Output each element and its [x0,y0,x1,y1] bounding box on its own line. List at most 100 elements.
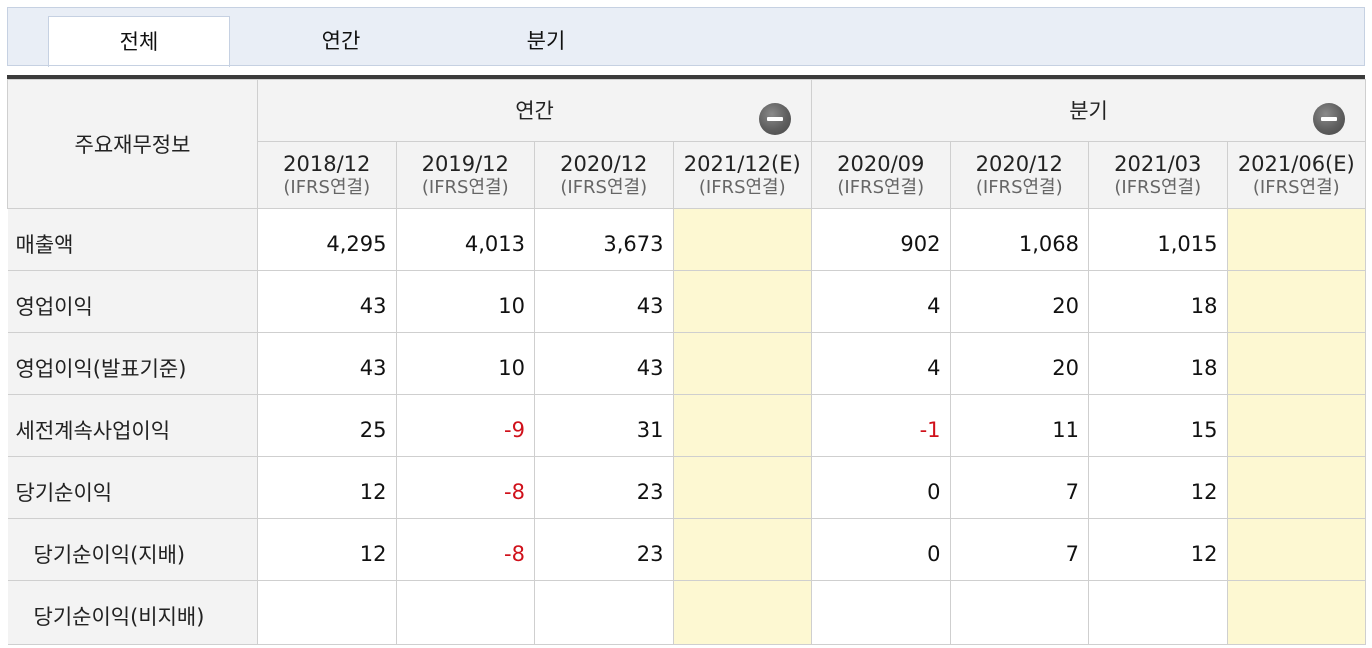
value-cell: 4,295 [257,208,397,271]
value-cell: -8 [395,456,535,519]
period-basis: (IFRS연결) [560,177,648,198]
table-row: 당기순이익 12 -8 23 0 7 12 [7,456,1367,519]
estimate-cell [672,270,813,333]
value-cell: 43 [257,332,397,395]
group-header-annual: 연간 [256,79,813,142]
row-label: 당기순이익 [7,456,258,519]
table-row: 영업이익(발표기준) 43 10 43 4 20 18 [7,332,1367,395]
group-label: 연간 [515,98,554,123]
estimate-cell [672,518,813,581]
value-cell: 1,015 [1088,208,1228,271]
tab-bar: 전체 연간 분기 [7,7,1365,67]
value-cell: 15 [1088,394,1228,457]
tab-annual[interactable]: 연간 [258,16,424,67]
period-header: 2019/12 (IFRS연결) [395,141,535,209]
period-date: 2020/12 [975,152,1063,176]
row-label: 영업이익 [7,270,258,333]
value-cell: 12 [257,456,397,519]
value-cell: -9 [395,394,535,457]
period-date: 2021/12(E) [683,152,801,176]
period-header: 2018/12 (IFRS연결) [257,141,397,209]
value-cell: 4 [811,332,951,395]
value-cell: 20 [949,332,1090,395]
value-cell: 31 [534,394,674,457]
period-date: 2020/09 [837,152,925,176]
value-cell [257,580,397,645]
estimate-cell [1226,518,1367,581]
tab-bar-underline [7,65,1365,66]
value-cell: 23 [534,518,674,581]
period-basis: (IFRS연결) [975,177,1063,198]
period-date: 2019/12 [421,152,509,176]
value-cell: 43 [257,270,397,333]
minus-circle-icon[interactable] [759,103,792,135]
value-cell: -1 [811,394,951,457]
value-cell: 11 [949,394,1090,457]
tab-all[interactable]: 전체 [48,16,230,67]
value-cell: 12 [1088,456,1228,519]
tab-quarterly[interactable]: 분기 [463,16,629,67]
period-basis: (IFRS연결) [698,177,786,198]
table-row: 당기순이익(지배) 12 -8 23 0 7 12 [7,518,1367,581]
row-label: 매출액 [7,208,258,271]
corner-label: 주요재무정보 [7,79,258,209]
value-cell: 7 [949,456,1090,519]
period-date: 2021/06(E) [1237,152,1355,176]
table-row: 매출액 4,295 4,013 3,673 902 1,068 1,015 [7,208,1367,271]
minus-circle-icon[interactable] [1313,103,1346,135]
value-cell: 4,013 [395,208,535,271]
period-header: 2021/06(E) (IFRS연결) [1226,141,1367,209]
value-cell: 0 [811,456,951,519]
value-cell: 7 [949,518,1090,581]
period-date: 2020/12 [560,152,648,176]
period-header: 2021/03 (IFRS연결) [1088,141,1228,209]
value-cell: 25 [257,394,397,457]
value-cell: 12 [257,518,397,581]
period-header: 2020/09 (IFRS연결) [811,141,951,209]
period-basis: (IFRS연결) [1114,177,1202,198]
financial-summary-page: 전체 연간 분기 주요재무정보 연간 분기 2018/12 (IFRS연결) 2… [0,0,1372,648]
value-cell [1088,580,1228,645]
value-cell: 4 [811,270,951,333]
estimate-cell [1226,456,1367,519]
table-row: 영업이익 43 10 43 4 20 18 [7,270,1367,333]
period-header: 2020/12 (IFRS연결) [949,141,1090,209]
value-cell: 1,068 [949,208,1090,271]
value-cell: 902 [811,208,951,271]
value-cell: 43 [534,332,674,395]
value-cell: 18 [1088,332,1228,395]
value-cell [534,580,674,645]
value-cell: 3,673 [534,208,674,271]
value-cell: 23 [534,456,674,519]
value-cell: 43 [534,270,674,333]
period-basis: (IFRS연결) [283,177,371,198]
estimate-cell [672,332,813,395]
row-label: 세전계속사업이익 [7,394,258,457]
estimate-cell [1226,332,1367,395]
estimate-cell [1226,580,1367,645]
estimate-cell [672,208,813,271]
value-cell: 20 [949,270,1090,333]
value-cell [949,580,1090,645]
value-cell: 18 [1088,270,1228,333]
estimate-cell [1226,270,1367,333]
estimate-cell [672,456,813,519]
value-cell [395,580,535,645]
group-header-quarterly: 분기 [811,79,1367,142]
table-row: 당기순이익(비지배) [7,580,1367,645]
value-cell: 10 [395,270,535,333]
period-date: 2018/12 [283,152,371,176]
period-header: 2020/12 (IFRS연결) [534,141,674,209]
period-basis: (IFRS연결) [1252,177,1340,198]
value-cell: 10 [395,332,535,395]
period-header: 2021/12(E) (IFRS연결) [672,141,813,209]
row-label: 당기순이익(지배) [7,518,258,581]
value-cell: 12 [1088,518,1228,581]
value-cell: 0 [811,518,951,581]
row-label: 당기순이익(비지배) [7,580,258,645]
row-label: 영업이익(발표기준) [7,332,258,395]
financial-table: 주요재무정보 연간 분기 2018/12 (IFRS연결) 2019/12 (IFR… [7,79,1367,645]
group-label: 분기 [1069,98,1108,123]
estimate-cell [1226,394,1367,457]
period-date: 2021/03 [1114,152,1202,176]
